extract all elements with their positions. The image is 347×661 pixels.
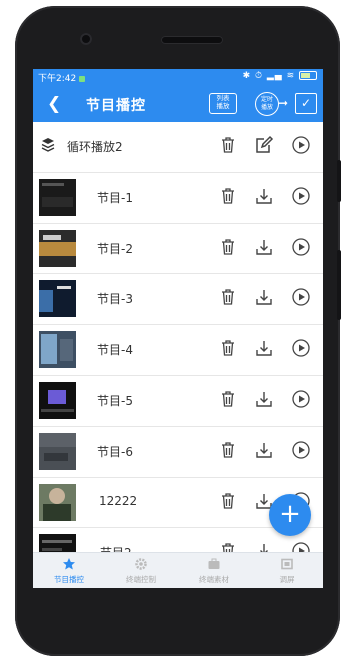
program-row[interactable]: 节目-1 (33, 173, 323, 224)
delete-icon[interactable] (218, 491, 238, 511)
list-play-label-line1: 列表 (216, 94, 230, 102)
program-thumbnail (39, 483, 76, 521)
download-icon[interactable] (254, 237, 274, 257)
download-icon[interactable] (254, 287, 274, 307)
volume-button (337, 250, 341, 320)
program-row[interactable]: 节目-2 (33, 224, 323, 275)
delete-icon[interactable] (218, 237, 238, 257)
timer-play-label-line2: 播放 (260, 104, 273, 111)
play-icon[interactable] (291, 338, 311, 358)
back-arrow-icon[interactable]: ❮ (47, 94, 61, 114)
program-thumbnail (39, 280, 76, 318)
tab-program-control[interactable]: 节目播控 (33, 553, 105, 588)
edit-icon[interactable] (254, 135, 274, 155)
layers-icon (41, 138, 55, 152)
header-bar: ❮ 节目播控 列表 播放 定时 播放 ➞ ✓ (33, 86, 323, 122)
list-play-label-line2: 播放 (216, 102, 230, 110)
delete-icon[interactable] (218, 338, 238, 358)
play-icon[interactable] (291, 440, 311, 460)
timer-play-label-line1: 定时 (260, 96, 273, 103)
program-thumbnail (39, 331, 76, 369)
program-thumbnail (39, 432, 76, 470)
program-row[interactable]: 节目-4 (33, 325, 323, 376)
play-icon[interactable] (291, 389, 311, 409)
program-name: 节目-5 (97, 393, 133, 408)
download-icon[interactable] (254, 440, 274, 460)
battery-icon (299, 71, 317, 80)
tab-label: 调屏 (279, 575, 295, 584)
tab-screen-adjust[interactable]: 调屏 (251, 553, 323, 588)
program-thumbnail (39, 229, 76, 267)
program-row[interactable]: 节目-5 (33, 376, 323, 427)
status-bar: 下午2:42 ✱ ⏱ ▂▄ ≋ (33, 69, 323, 86)
bottom-tab-bar: 节目播控 终端控制 终端素材 调屏 (33, 552, 323, 588)
program-name: 节目-4 (97, 343, 133, 358)
status-icons: ✱ ⏱ ▂▄ ≋ (243, 71, 317, 81)
earpiece-speaker (161, 36, 223, 44)
tab-label: 终端控制 (126, 575, 156, 584)
playlist-row[interactable]: 循环播放2 (33, 122, 323, 173)
program-name: 节目-3 (97, 292, 133, 307)
program-row[interactable]: 节目-3 (33, 274, 323, 326)
arrow-right-icon: ➞ (278, 96, 289, 110)
delete-icon[interactable] (218, 186, 238, 206)
download-icon[interactable] (254, 389, 274, 409)
tab-label: 节目播控 (54, 575, 84, 584)
download-icon[interactable] (254, 186, 274, 206)
screen-icon (281, 558, 293, 570)
briefcase-icon (208, 558, 220, 569)
program-name: 12222 (99, 493, 138, 508)
power-button (337, 160, 341, 202)
program-row[interactable]: 节目-6 (33, 427, 323, 478)
delete-icon[interactable] (218, 440, 238, 460)
play-icon[interactable] (291, 287, 311, 307)
play-icon[interactable] (291, 237, 311, 257)
front-camera (80, 33, 92, 45)
play-icon[interactable] (291, 135, 311, 155)
star-icon (63, 558, 75, 570)
add-program-button[interactable]: + (269, 494, 311, 536)
program-thumbnail (39, 381, 76, 419)
gear-icon (135, 558, 147, 570)
timer-play-button[interactable]: 定时 播放 (255, 92, 279, 116)
status-time: 下午2:42 (38, 71, 86, 84)
delete-icon[interactable] (218, 135, 238, 155)
play-icon[interactable] (291, 186, 311, 206)
playlist-name: 循环播放2 (67, 140, 123, 154)
calendar-check-icon[interactable]: ✓ (295, 93, 317, 114)
tab-terminal-media[interactable]: 终端素材 (178, 553, 250, 588)
delete-icon[interactable] (218, 389, 238, 409)
tab-terminal-control[interactable]: 终端控制 (105, 553, 177, 588)
program-name: 节目-1 (97, 190, 133, 205)
tab-label: 终端素材 (199, 575, 229, 584)
program-name: 节目-6 (97, 444, 133, 459)
program-thumbnail (39, 178, 76, 216)
page-title: 节目播控 (86, 98, 146, 114)
program-name: 节目-2 (97, 241, 133, 256)
delete-icon[interactable] (218, 287, 238, 307)
app-screen: 下午2:42 ✱ ⏱ ▂▄ ≋ ❮ 节目播控 列表 播放 定时 播放 ➞ ✓ 循… (33, 69, 323, 588)
list-play-button[interactable]: 列表 播放 (209, 93, 237, 114)
plus-icon: + (279, 499, 301, 529)
download-icon[interactable] (254, 338, 274, 358)
